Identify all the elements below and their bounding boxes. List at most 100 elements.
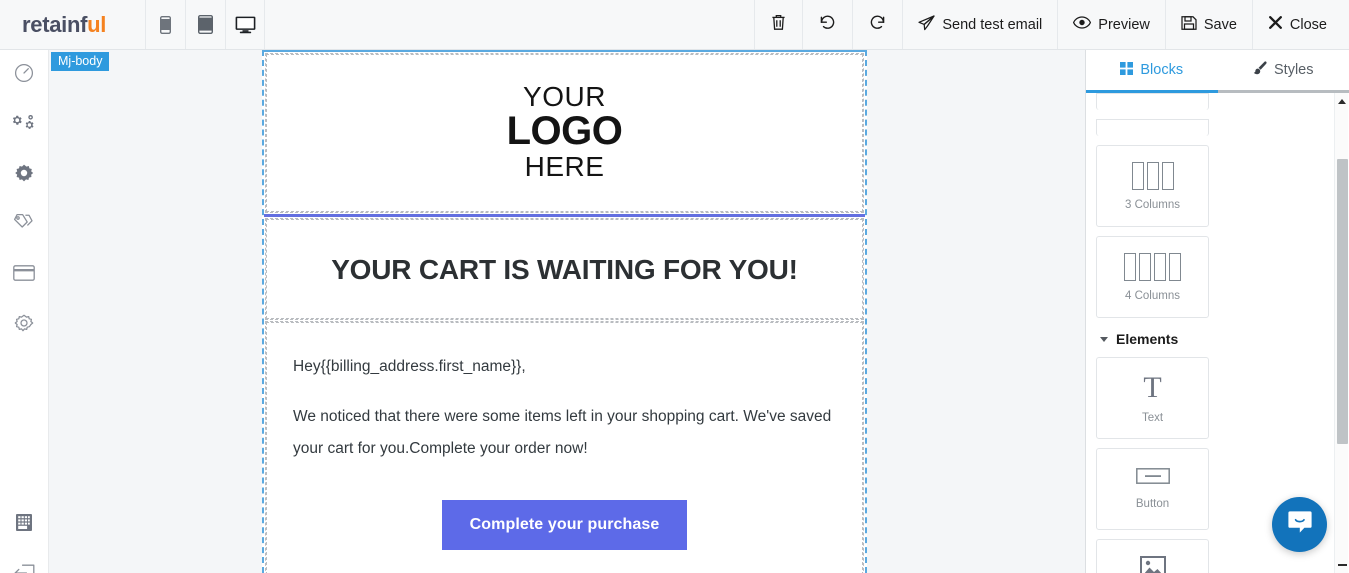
cog-outline-icon xyxy=(14,313,34,338)
sidebar-item-billing[interactable] xyxy=(0,250,48,300)
selected-component-badge: Mj-body xyxy=(51,52,110,72)
close-icon xyxy=(1268,15,1283,34)
sidebar-item-dashboard[interactable] xyxy=(0,50,48,100)
logo-line-3: HERE xyxy=(524,150,605,182)
redo-button[interactable] xyxy=(852,0,902,49)
paper-plane-icon xyxy=(918,14,935,35)
tab-blocks-label: Blocks xyxy=(1140,62,1184,78)
top-toolbar: retainf ul Send test email Preview Save … xyxy=(0,0,1349,50)
sidebar-item-coupons[interactable] xyxy=(0,200,48,250)
retainful-logo[interactable]: retainf ul xyxy=(0,0,145,49)
logo-section[interactable]: YOUR LOGO HERE xyxy=(265,53,864,214)
tags-icon xyxy=(13,213,35,238)
block-2-columns-clipped[interactable] xyxy=(1096,119,1209,136)
left-sidebar xyxy=(0,50,49,573)
tablet-view-button[interactable] xyxy=(185,0,225,49)
tablet-icon xyxy=(198,15,213,34)
email-canvas[interactable]: Mj-body YOUR LOGO HERE YOUR CART IS WAIT… xyxy=(49,50,1085,573)
toolbar-actions: Send test email Preview Save Close xyxy=(754,0,1349,49)
sidebar-gap-3 xyxy=(0,450,48,500)
close-button[interactable]: Close xyxy=(1251,0,1349,49)
panel-tabs: Blocks Styles xyxy=(1086,50,1349,90)
block-text-label: Text xyxy=(1141,411,1164,424)
logo-cell[interactable]: YOUR LOGO HERE xyxy=(267,55,862,211)
preview-label: Preview xyxy=(1098,16,1150,33)
chat-bubble-icon xyxy=(1286,508,1314,541)
logo-placeholder-image[interactable]: YOUR LOGO HERE xyxy=(506,83,623,182)
columns-tiles: 3 Columns 4 Columns xyxy=(1096,145,1325,318)
body-text-block[interactable]: Hey{{billing_address.first_name}}, We no… xyxy=(267,323,862,492)
desktop-view-button[interactable] xyxy=(225,0,265,49)
columns-tiles-partial xyxy=(1096,93,1325,136)
delete-button[interactable] xyxy=(754,0,802,49)
sidebar-item-configuration[interactable] xyxy=(0,300,48,350)
cta-wrapper: Complete your purchase xyxy=(267,492,862,573)
sidebar-item-settings[interactable] xyxy=(0,150,48,200)
scrollbar-up-button[interactable] xyxy=(1335,93,1349,109)
tab-styles[interactable]: Styles xyxy=(1218,50,1349,90)
eye-icon xyxy=(1073,16,1092,33)
elements-section-header[interactable]: Elements xyxy=(1096,318,1325,357)
block-button[interactable]: Button xyxy=(1096,448,1209,530)
cogs-icon xyxy=(13,113,35,138)
tab-styles-label: Styles xyxy=(1274,62,1314,78)
speedometer-icon xyxy=(14,63,34,88)
button-icon xyxy=(1135,468,1170,489)
section-divider[interactable] xyxy=(264,214,865,218)
mj-body-frame[interactable]: YOUR LOGO HERE YOUR CART IS WAITING FOR … xyxy=(262,50,867,573)
block-1-column-clipped[interactable] xyxy=(1096,93,1209,110)
brush-icon xyxy=(1253,61,1267,79)
three-columns-icon xyxy=(1131,161,1174,190)
save-label: Save xyxy=(1203,16,1237,33)
scrollbar-thumb[interactable] xyxy=(1337,159,1348,444)
block-3-columns[interactable]: 3 Columns xyxy=(1096,145,1209,227)
building-icon xyxy=(15,513,33,537)
close-label: Close xyxy=(1289,16,1327,33)
floppy-icon xyxy=(1181,15,1197,35)
undo-button[interactable] xyxy=(802,0,852,49)
headline-row[interactable]: YOUR CART IS WAITING FOR YOU! xyxy=(266,219,863,320)
chevron-down-icon xyxy=(1100,336,1108,342)
panel-scrollbar[interactable] xyxy=(1334,93,1348,573)
sidebar-item-logout[interactable] xyxy=(0,550,48,573)
elements-section-title: Elements xyxy=(1116,331,1179,347)
block-4-columns[interactable]: 4 Columns xyxy=(1096,236,1209,318)
complete-purchase-button[interactable]: Complete your purchase xyxy=(441,500,688,551)
sidebar-item-automation[interactable] xyxy=(0,100,48,150)
save-button[interactable]: Save xyxy=(1164,0,1252,49)
credit-card-icon xyxy=(13,264,35,286)
undo-icon xyxy=(819,14,836,35)
block-4-columns-label: 4 Columns xyxy=(1125,289,1180,302)
body-row[interactable]: Hey{{billing_address.first_name}}, We no… xyxy=(266,322,863,573)
image-icon xyxy=(1139,556,1166,573)
text-icon: T xyxy=(1143,370,1162,404)
body-section[interactable]: Hey{{billing_address.first_name}}, We no… xyxy=(265,321,864,573)
block-image[interactable]: Image xyxy=(1096,539,1209,573)
intercom-chat-button[interactable] xyxy=(1272,497,1327,552)
right-panel: Blocks Styles 3 Columns 4 Columns Elemen… xyxy=(1085,50,1349,573)
block-text[interactable]: T Text xyxy=(1096,357,1209,439)
scrollbar-down-button[interactable] xyxy=(1335,557,1349,573)
sidebar-item-reports[interactable] xyxy=(0,500,48,550)
logo-line-2: LOGO xyxy=(506,109,623,153)
email-builder-app: retainf ul Send test email Preview Save … xyxy=(0,0,1349,573)
sidebar-gap-1 xyxy=(0,350,48,400)
mobile-view-button[interactable] xyxy=(145,0,185,49)
four-columns-icon xyxy=(1124,252,1181,281)
brand-text-accent: ul xyxy=(87,11,107,37)
brand-text-primary: retainf xyxy=(22,11,88,37)
trash-icon xyxy=(771,14,786,35)
gear-icon xyxy=(14,163,34,188)
send-test-email-button[interactable]: Send test email xyxy=(902,0,1057,49)
desktop-icon xyxy=(235,16,256,34)
mobile-icon xyxy=(160,15,171,34)
send-test-email-label: Send test email xyxy=(942,16,1043,33)
body-paragraph-1: Hey{{billing_address.first_name}}, xyxy=(293,358,526,376)
logo-row[interactable]: YOUR LOGO HERE xyxy=(266,54,863,213)
tab-blocks[interactable]: Blocks xyxy=(1086,50,1218,90)
headline-section[interactable]: YOUR CART IS WAITING FOR YOU! xyxy=(265,218,864,321)
body-paragraph-2: We noticed that there were some items le… xyxy=(293,407,832,457)
preview-button[interactable]: Preview xyxy=(1057,0,1165,49)
headline-text[interactable]: YOUR CART IS WAITING FOR YOU! xyxy=(267,220,862,318)
